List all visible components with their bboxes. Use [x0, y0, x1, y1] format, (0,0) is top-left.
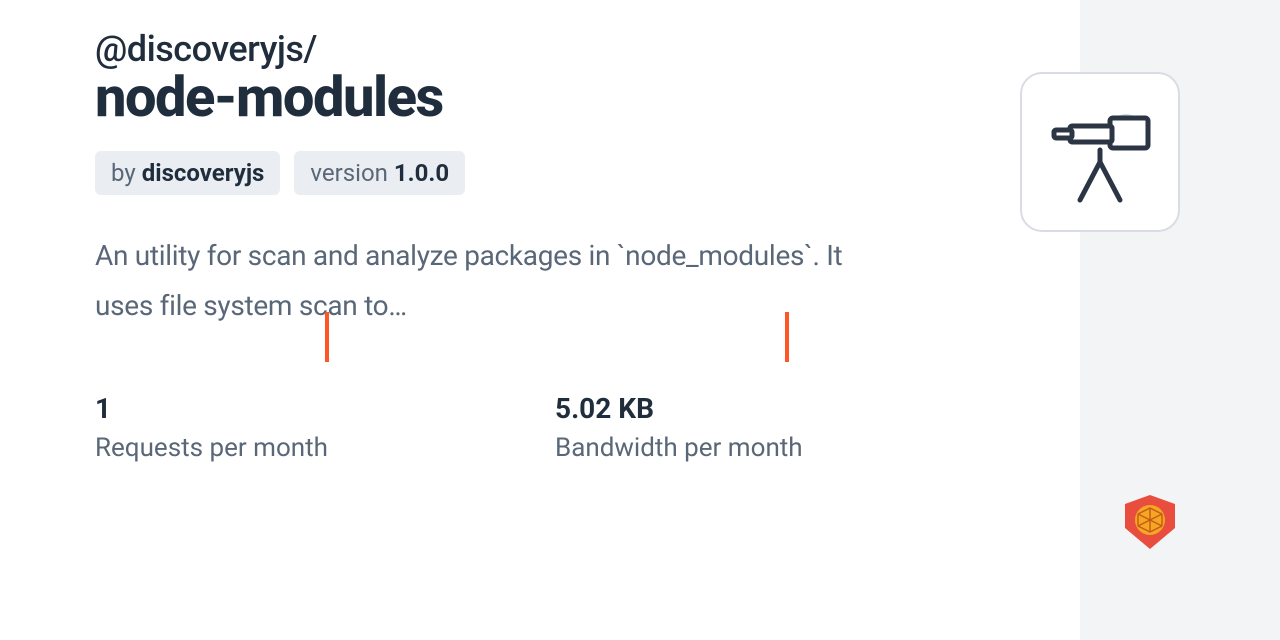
version-badge: version 1.0.0: [294, 151, 465, 195]
stat-requests-value: 1: [95, 392, 555, 425]
stat-bandwidth-label: Bandwidth per month: [555, 433, 1015, 463]
stat-bandwidth-value: 5.02 KB: [555, 392, 1015, 425]
telescope-icon: [1040, 92, 1160, 212]
version-label: version: [310, 159, 388, 187]
stat-bandwidth: 5.02 KB Bandwidth per month: [555, 392, 1015, 463]
package-description: An utility for scan and analyze packages…: [95, 231, 855, 332]
author-label: by: [111, 159, 136, 187]
brand-badge-icon: [1120, 492, 1180, 552]
version-value: 1.0.0: [394, 159, 449, 187]
stat-requests: 1 Requests per month: [95, 392, 555, 463]
author-value: discoveryjs: [142, 159, 265, 187]
stats-row: 1 Requests per month 5.02 KB Bandwidth p…: [95, 392, 1280, 463]
package-logo: [1020, 72, 1180, 232]
stat-requests-label: Requests per month: [95, 433, 555, 463]
author-badge: by discoveryjs: [95, 151, 280, 195]
